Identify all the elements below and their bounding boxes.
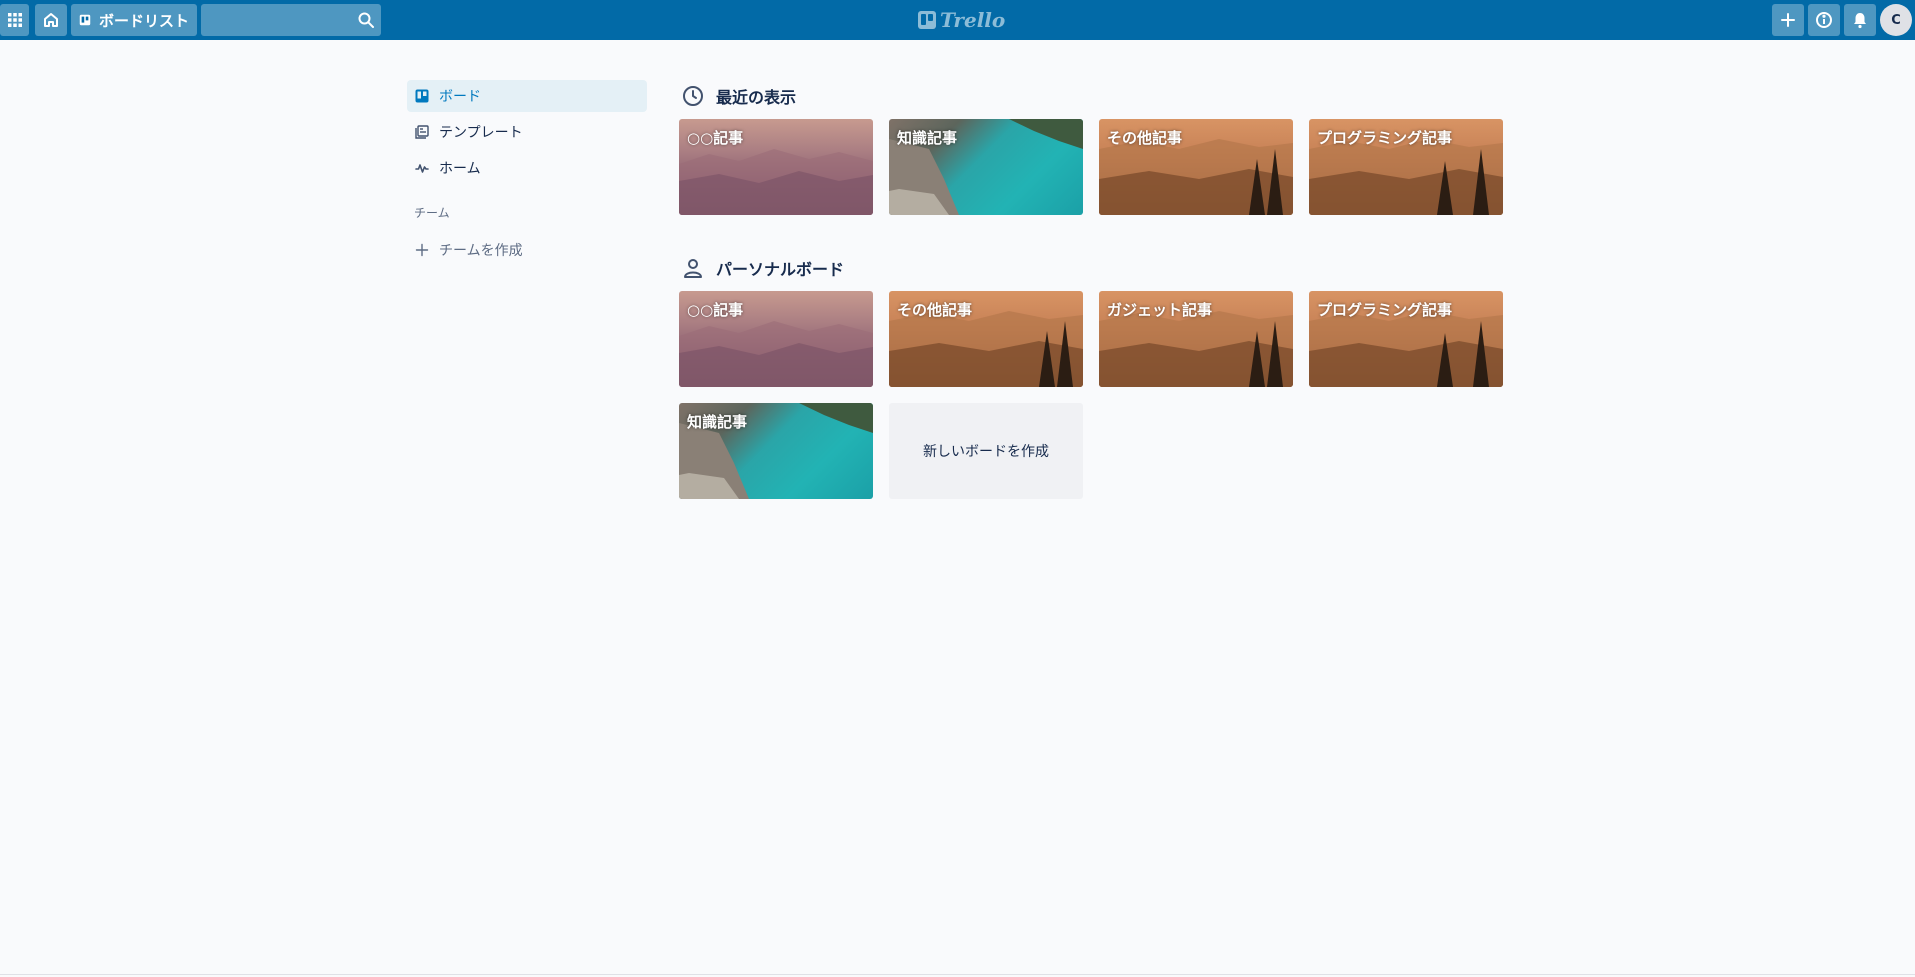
info-button[interactable]: [1808, 4, 1840, 36]
sidebar-item-home[interactable]: ホーム: [407, 152, 647, 184]
board-list-label: ボードリスト: [98, 11, 189, 30]
home-icon: [44, 13, 58, 27]
recent-section-header: 最近の表示: [682, 84, 796, 108]
board-tile[interactable]: ガジェット記事: [1099, 291, 1293, 387]
create-board-tile[interactable]: 新しいボードを作成: [889, 403, 1083, 499]
board-icon: [79, 14, 91, 26]
notifications-button[interactable]: [1844, 4, 1876, 36]
board-icon: [415, 89, 429, 103]
board-list-button[interactable]: ボードリスト: [71, 4, 197, 36]
board-tile[interactable]: その他記事: [889, 291, 1083, 387]
board-tile[interactable]: その他記事: [1099, 119, 1293, 215]
board-tile[interactable]: 知識記事: [679, 403, 873, 499]
top-navigation-bar: ボードリスト Trello C: [0, 0, 1915, 40]
board-tile[interactable]: プログラミング記事: [1309, 119, 1503, 215]
sidebar-item-boards[interactable]: ボード: [407, 80, 647, 112]
search-box[interactable]: [201, 4, 381, 36]
section-title: パーソナルボード: [716, 260, 845, 279]
board-name: その他記事: [897, 301, 973, 319]
avatar[interactable]: C: [1880, 4, 1912, 36]
person-icon: [684, 259, 702, 278]
board-name: その他記事: [1107, 129, 1183, 147]
logo-text: Trello: [940, 8, 1006, 32]
search-input[interactable]: [201, 4, 357, 36]
avatar-initial: C: [1891, 12, 1901, 28]
board-name: 知識記事: [897, 129, 958, 147]
clock-icon: [683, 86, 703, 106]
create-button[interactable]: [1772, 4, 1804, 36]
personal-section-header: パーソナルボード: [682, 256, 844, 280]
board-tile[interactable]: ○○記事: [679, 119, 873, 215]
board-name: ○○記事: [687, 129, 744, 147]
team-heading: チーム: [414, 206, 450, 220]
divider: [0, 974, 1915, 975]
sidebar-item-templates[interactable]: テンプレート: [407, 116, 647, 148]
board-tile[interactable]: プログラミング記事: [1309, 291, 1503, 387]
create-team-label: チームを作成: [439, 243, 523, 259]
create-board-label: 新しいボードを作成: [923, 444, 1049, 460]
sidebar-item-label: ボード: [439, 89, 481, 105]
board-name: 知識記事: [687, 413, 748, 431]
sidebar-item-label: テンプレート: [439, 125, 523, 141]
apps-menu-button[interactable]: [0, 4, 29, 36]
board-name: プログラミング記事: [1317, 129, 1453, 147]
bell-icon: [1854, 13, 1866, 29]
create-team-button[interactable]: チームを作成: [407, 234, 647, 266]
sidebar-item-label: ホーム: [439, 161, 481, 177]
board-name: ガジェット記事: [1107, 301, 1213, 319]
template-icon: [415, 125, 429, 139]
search-icon[interactable]: [358, 12, 374, 28]
trello-logo[interactable]: Trello: [918, 8, 1005, 32]
info-icon: [1816, 12, 1832, 28]
board-name: ○○記事: [687, 301, 744, 319]
board-tile[interactable]: ○○記事: [679, 291, 873, 387]
section-title: 最近の表示: [716, 88, 797, 107]
trello-logo-icon: [918, 11, 936, 29]
board-tile[interactable]: 知識記事: [889, 119, 1083, 215]
activity-icon: [415, 164, 429, 173]
board-name: プログラミング記事: [1317, 301, 1453, 319]
home-button[interactable]: [35, 4, 67, 36]
plus-icon: [415, 243, 429, 257]
plus-icon: [1781, 13, 1795, 27]
grid-icon: [7, 13, 22, 27]
